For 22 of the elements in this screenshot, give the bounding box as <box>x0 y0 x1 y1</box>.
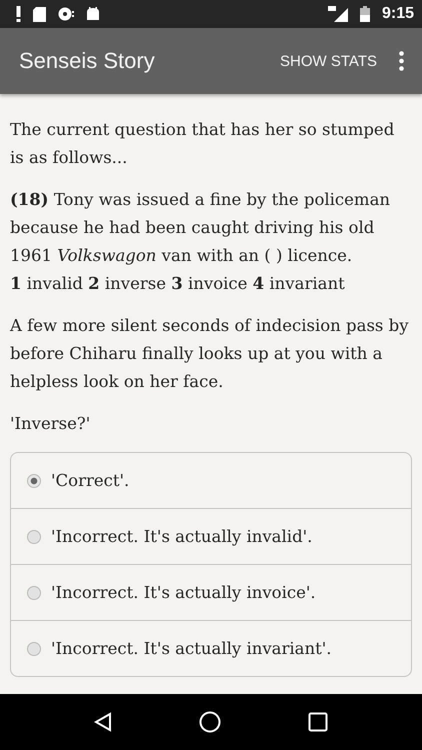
app-title: Senseis Story <box>19 48 156 74</box>
radio-button[interactable] <box>27 474 41 488</box>
answer-choices: 1 invalid 2 inverse 3 invoice 4 invariant <box>10 273 346 295</box>
show-stats-button[interactable]: SHOW STATS <box>274 44 383 78</box>
radio-button[interactable] <box>27 586 41 600</box>
android-icon <box>86 7 100 21</box>
disc-icon <box>58 7 74 21</box>
radio-button[interactable] <box>27 642 41 656</box>
clock-time: 9:15 <box>382 5 414 23</box>
sd-card-icon <box>33 6 46 22</box>
answer-option[interactable]: 'Correct'. <box>11 453 411 508</box>
notification-icon <box>16 6 21 22</box>
lte-signal-icon <box>328 6 348 22</box>
battery-icon <box>360 6 370 22</box>
question-text: (18) Tony was issued a fine by the policeman because he had been caught driving his old 1961 Volkswagon van with an ( ) licence. <box>10 189 392 267</box>
story-paragraph: 'Inverse?' <box>10 413 92 435</box>
story-paragraph: The current question that has her so stumped is as follows... <box>10 119 396 169</box>
answer-option[interactable]: 'Incorrect. It's actually invariant'. <box>11 620 411 676</box>
story-paragraph: A few more silent seconds of indecision pass by before Chiharu finally looks up at you with a helpless look on her face. <box>10 315 410 393</box>
answer-option[interactable]: 'Incorrect. It's actually invalid'. <box>11 508 411 564</box>
radio-button[interactable] <box>27 530 41 544</box>
answer-option[interactable]: 'Incorrect. It's actually invoice'. <box>11 564 411 620</box>
